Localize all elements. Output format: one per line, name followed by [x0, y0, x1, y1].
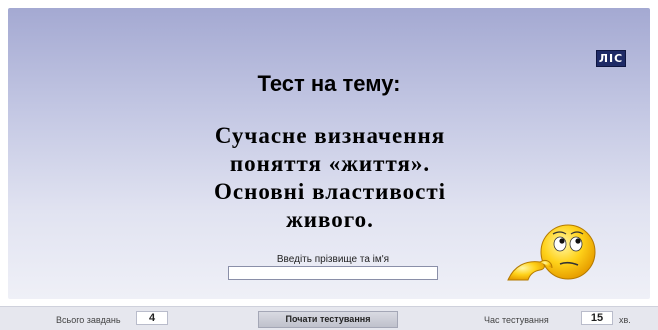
- topic-line: Основні властивості: [213, 179, 447, 204]
- name-input[interactable]: [228, 266, 438, 280]
- thinking-smiley-icon: [507, 224, 596, 281]
- test-time-value[interactable]: 15: [581, 311, 613, 325]
- topic-line: живого.: [286, 207, 374, 232]
- total-tasks-value: 4: [136, 311, 168, 325]
- page-title: Тест на тему:: [257, 71, 401, 96]
- topic-line: Сучасне визначення: [214, 123, 446, 148]
- time-unit-label: хв.: [619, 315, 631, 325]
- logo-icon: ЛІС: [596, 50, 626, 67]
- total-tasks-label: Всього завдань: [56, 315, 121, 325]
- name-field-label: Введіть прізвище та ім'я: [276, 254, 390, 265]
- footer-bar: Всього завдань 4 Почати тестування Час т…: [0, 306, 658, 330]
- test-time-label: Час тестування: [484, 315, 549, 325]
- test-topic: Сучасне визначення поняття «життя». Осно…: [130, 122, 530, 234]
- topic-line: поняття «життя».: [229, 151, 431, 176]
- start-test-button[interactable]: Почати тестування: [258, 311, 398, 328]
